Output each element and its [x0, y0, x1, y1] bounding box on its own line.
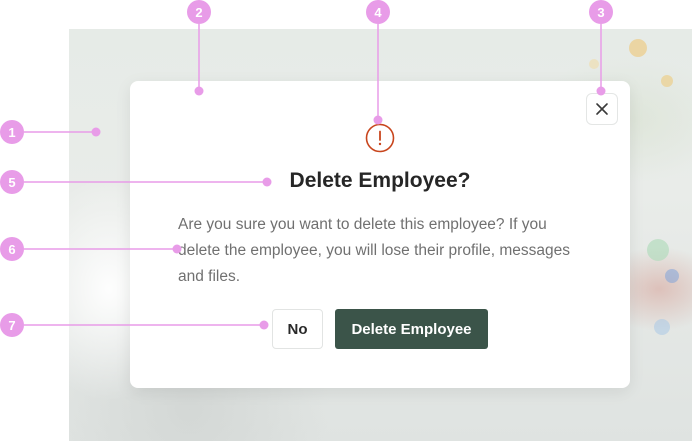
- bokeh-light: [647, 239, 669, 261]
- close-icon: [596, 103, 608, 115]
- dialog-message: Are you sure you want to delete this emp…: [178, 216, 571, 285]
- exclamation-circle-icon: [365, 123, 395, 153]
- annotation-marker-5: 5: [0, 170, 24, 194]
- annotation-marker-3: 3: [589, 0, 613, 24]
- annotation-marker-1: 1: [0, 120, 24, 144]
- delete-employee-dialog: Delete Employee? Are you sure you want t…: [130, 81, 630, 388]
- annotation-marker-6: 6: [0, 237, 24, 261]
- bokeh-light: [665, 269, 679, 283]
- bokeh-light: [661, 75, 673, 87]
- close-button[interactable]: [586, 93, 618, 125]
- screen: Delete Employee? Are you sure you want t…: [0, 0, 692, 441]
- no-button[interactable]: No: [272, 309, 323, 349]
- annotation-marker-2: 2: [187, 0, 211, 24]
- annotation-marker-4: 4: [366, 0, 390, 24]
- bokeh-light: [629, 39, 647, 57]
- delete-employee-button[interactable]: Delete Employee: [335, 309, 488, 349]
- bokeh-light: [589, 59, 599, 69]
- bokeh-light: [654, 319, 670, 335]
- dialog-title: Delete Employee?: [289, 169, 471, 192]
- annotation-marker-7: 7: [0, 313, 24, 337]
